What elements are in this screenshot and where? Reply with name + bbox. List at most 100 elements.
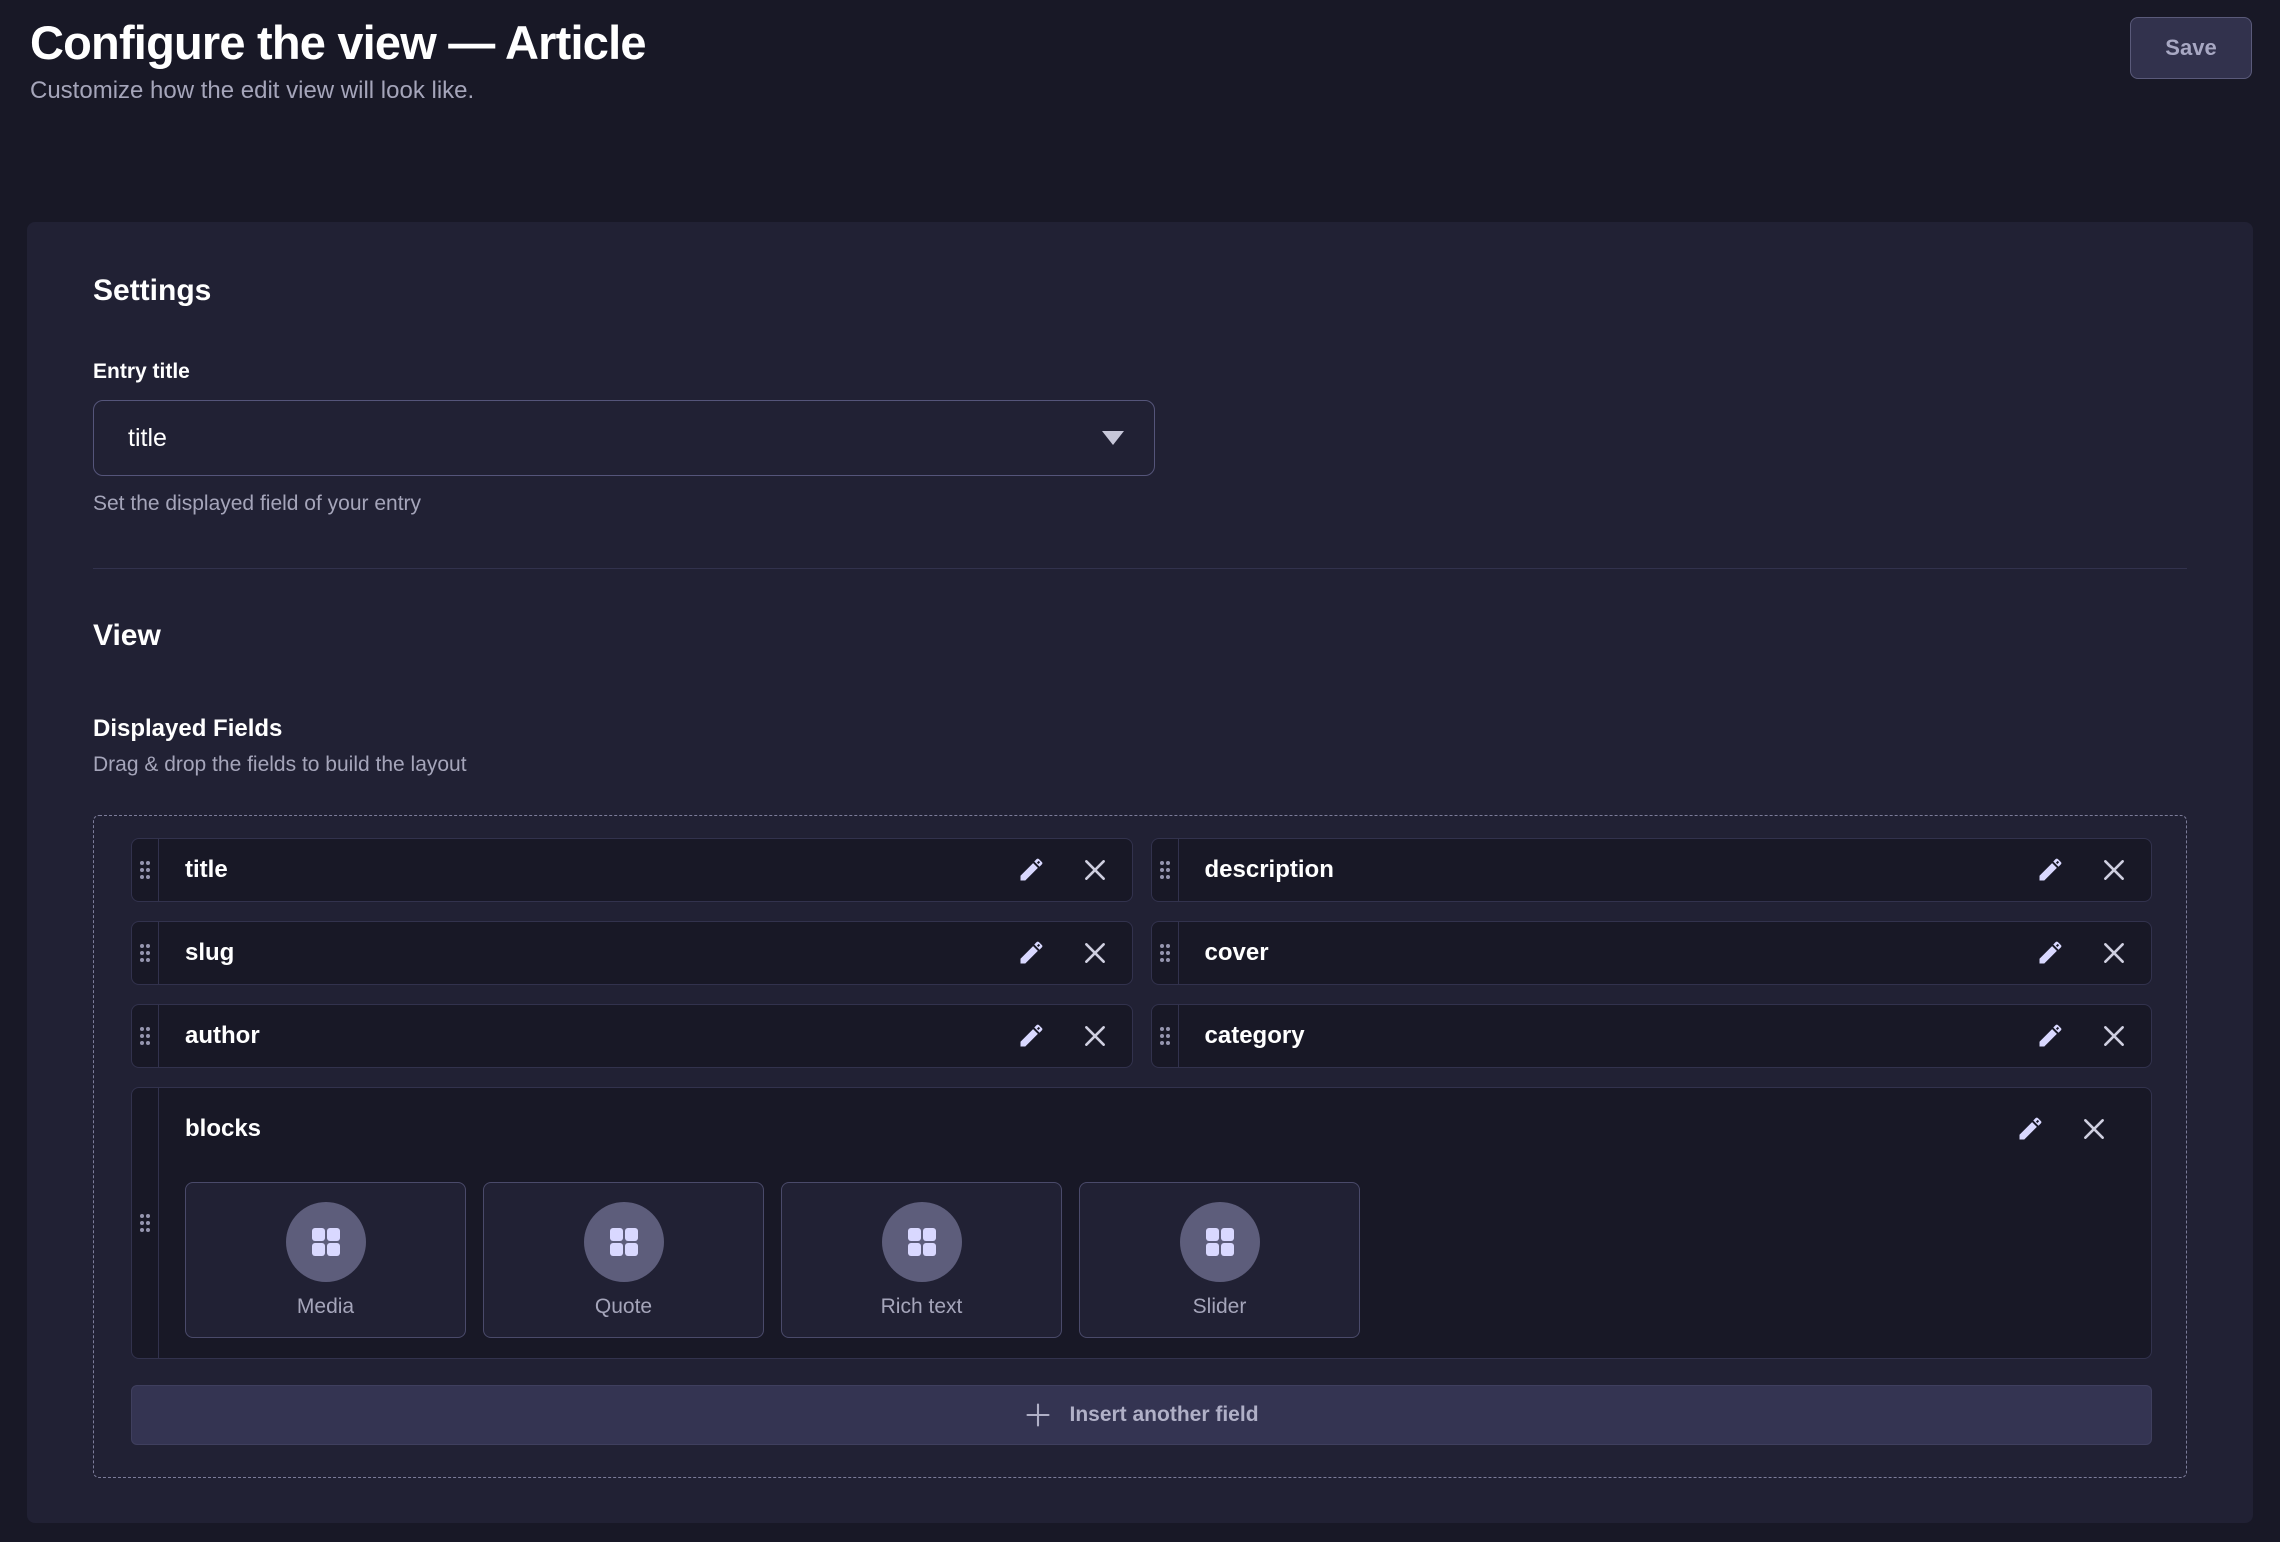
settings-section: Settings Entry title title Set the displ…	[93, 274, 2187, 516]
edit-field-button[interactable]	[2033, 1019, 2067, 1053]
remove-field-button[interactable]	[1078, 853, 1112, 887]
field-card-actions	[2033, 1005, 2131, 1067]
drag-icon	[1158, 942, 1172, 964]
component-label: Slider	[1193, 1295, 1247, 1319]
settings-heading: Settings	[93, 274, 2187, 308]
component-icon	[286, 1202, 366, 1282]
pencil-icon	[2036, 856, 2064, 884]
component-tile[interactable]: Media	[185, 1182, 466, 1338]
field-card[interactable]: category	[1151, 1004, 2153, 1068]
close-icon	[2101, 1023, 2127, 1049]
drag-icon	[1158, 859, 1172, 881]
remove-field-button[interactable]	[2097, 853, 2131, 887]
plus-icon	[1024, 1401, 1052, 1429]
field-card[interactable]: author	[131, 1004, 1133, 1068]
field-card-actions	[2033, 839, 2131, 901]
drag-icon	[138, 859, 152, 881]
drag-handle[interactable]	[1152, 839, 1179, 901]
field-card[interactable]: description	[1151, 838, 2153, 902]
entry-title-select[interactable]: title	[93, 400, 1155, 476]
displayed-fields-hint: Drag & drop the fields to build the layo…	[93, 753, 2187, 777]
page-subtitle: Customize how the edit view will look li…	[30, 76, 646, 106]
remove-field-button[interactable]	[1078, 1019, 1112, 1053]
grid-squares-icon	[907, 1227, 937, 1257]
drag-handle[interactable]	[132, 839, 159, 901]
field-card-actions	[1014, 839, 1112, 901]
field-card-actions	[1014, 1005, 1112, 1067]
component-icon	[882, 1202, 962, 1282]
component-tile[interactable]: Quote	[483, 1182, 764, 1338]
field-label: description	[1205, 856, 2034, 884]
remove-field-button[interactable]	[2097, 1019, 2131, 1053]
page-header-text: Configure the view — Article Customize h…	[30, 14, 646, 106]
content-panel: Settings Entry title title Set the displ…	[27, 222, 2253, 1523]
edit-field-button[interactable]	[2033, 936, 2067, 970]
drag-handle[interactable]	[1152, 922, 1179, 984]
edit-field-button[interactable]	[1014, 936, 1048, 970]
component-label: Media	[297, 1295, 354, 1319]
field-card[interactable]: cover	[1151, 921, 2153, 985]
close-icon	[2101, 940, 2127, 966]
field-label: blocks	[185, 1115, 2013, 1143]
pencil-icon	[1017, 1022, 1045, 1050]
drag-handle[interactable]	[1152, 1005, 1179, 1067]
edit-field-button[interactable]	[1014, 853, 1048, 887]
component-tiles: Media Quote	[185, 1182, 2131, 1338]
field-card[interactable]: slug	[131, 921, 1133, 985]
blocks-field-card[interactable]: blocks	[131, 1087, 2152, 1359]
page-header: Configure the view — Article Customize h…	[0, 0, 2280, 106]
component-label: Rich text	[881, 1295, 963, 1319]
field-label: category	[1205, 1022, 2034, 1050]
remove-field-button[interactable]	[2097, 936, 2131, 970]
drag-handle[interactable]	[132, 1088, 159, 1358]
close-icon	[1082, 857, 1108, 883]
grid-squares-icon	[311, 1227, 341, 1257]
blocks-header: blocks	[185, 1112, 2131, 1146]
remove-field-button[interactable]	[2077, 1112, 2111, 1146]
field-label: author	[185, 1022, 1014, 1050]
page-title: Configure the view — Article	[30, 14, 646, 72]
view-heading: View	[93, 619, 2187, 653]
component-icon	[1180, 1202, 1260, 1282]
blocks-content: blocks	[159, 1088, 2151, 1358]
fields-grid: title d	[131, 838, 2152, 1068]
close-icon	[2081, 1116, 2107, 1142]
pencil-icon	[2036, 1022, 2064, 1050]
fields-drop-area: title d	[93, 815, 2187, 1478]
save-button[interactable]: Save	[2130, 17, 2252, 79]
pencil-icon	[2016, 1115, 2044, 1143]
field-card-actions	[2013, 1112, 2111, 1146]
pencil-icon	[2036, 939, 2064, 967]
drag-icon	[1158, 1025, 1172, 1047]
drag-icon	[138, 1025, 152, 1047]
insert-another-field-button[interactable]: Insert another field	[131, 1385, 2152, 1445]
field-card-actions	[1014, 922, 1112, 984]
grid-squares-icon	[609, 1227, 639, 1257]
remove-field-button[interactable]	[1078, 936, 1112, 970]
edit-field-button[interactable]	[1014, 1019, 1048, 1053]
entry-title-label: Entry title	[93, 360, 2187, 384]
close-icon	[1082, 940, 1108, 966]
insert-another-field-label: Insert another field	[1069, 1403, 1258, 1427]
entry-title-hint: Set the displayed field of your entry	[93, 492, 2187, 516]
entry-title-select-value: title	[128, 424, 167, 453]
section-divider	[93, 568, 2187, 569]
chevron-down-icon	[1102, 431, 1124, 445]
field-label: slug	[185, 939, 1014, 967]
edit-field-button[interactable]	[2033, 853, 2067, 887]
view-section: View Displayed Fields Drag & drop the fi…	[93, 619, 2187, 1478]
pencil-icon	[1017, 939, 1045, 967]
edit-field-button[interactable]	[2013, 1112, 2047, 1146]
drag-handle[interactable]	[132, 922, 159, 984]
close-icon	[1082, 1023, 1108, 1049]
pencil-icon	[1017, 856, 1045, 884]
component-tile[interactable]: Rich text	[781, 1182, 1062, 1338]
field-card-actions	[2033, 922, 2131, 984]
component-icon	[584, 1202, 664, 1282]
field-label: title	[185, 856, 1014, 884]
component-tile[interactable]: Slider	[1079, 1182, 1360, 1338]
drag-handle[interactable]	[132, 1005, 159, 1067]
field-card[interactable]: title	[131, 838, 1133, 902]
close-icon	[2101, 857, 2127, 883]
field-label: cover	[1205, 939, 2034, 967]
